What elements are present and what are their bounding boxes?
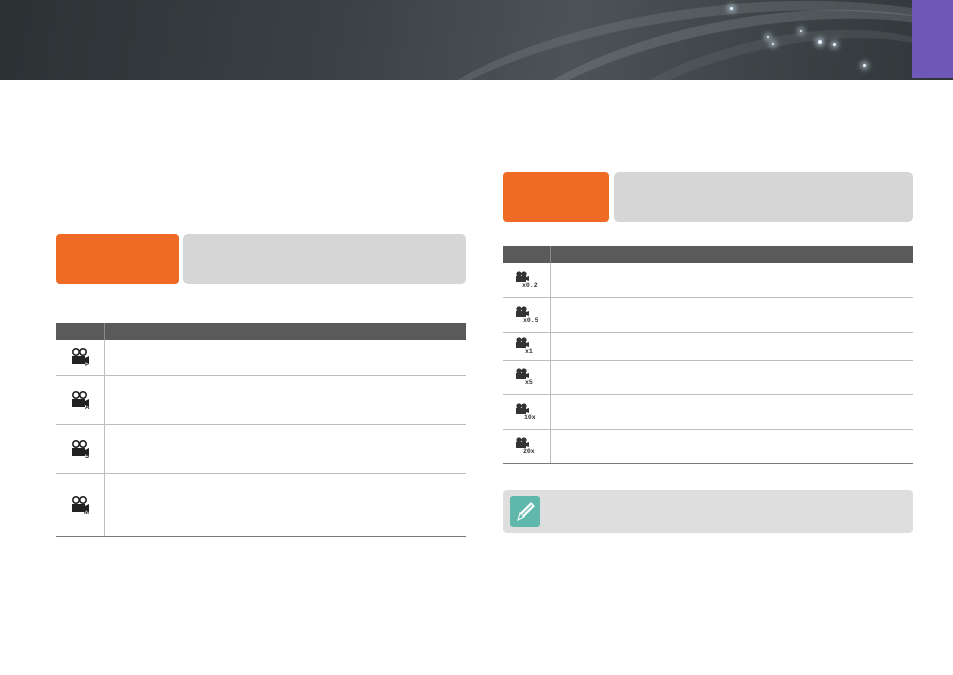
row-desc <box>104 473 466 537</box>
option-label-left <box>56 234 179 284</box>
table-row: A <box>56 375 466 425</box>
option-label-right <box>503 172 609 222</box>
row-desc <box>104 375 466 425</box>
table-row: S <box>56 424 466 474</box>
header-banner <box>0 0 953 80</box>
sparkle <box>767 36 769 38</box>
row-desc <box>550 263 913 298</box>
pencil-note-icon <box>510 496 540 527</box>
table-row: x1 <box>503 332 913 361</box>
svg-text:x0.5: x0.5 <box>523 317 538 324</box>
header-icon-col <box>503 246 550 263</box>
header-icon-col <box>56 323 104 340</box>
table-row: M <box>56 473 466 537</box>
movie-speed-x10-icon: 10x <box>516 402 536 421</box>
sparkle <box>833 43 836 46</box>
svg-text:x5: x5 <box>525 379 533 386</box>
movie-speed-table: x0.25 x0.5 x1 x5 10x 20x <box>503 246 913 464</box>
svg-text:S: S <box>85 454 89 459</box>
movie-aperture-priority-icon: A <box>71 390 90 410</box>
row-desc <box>550 360 913 395</box>
svg-text:M: M <box>84 510 89 515</box>
table-row: P <box>56 340 466 376</box>
movie-speed-x5-icon: x5 <box>516 368 533 386</box>
option-description-left <box>183 234 466 284</box>
row-desc <box>550 332 913 361</box>
row-desc <box>104 340 466 376</box>
movie-speed-x1-icon: x1 <box>516 337 533 355</box>
header-desc-col <box>549 246 913 263</box>
row-desc <box>550 429 913 464</box>
svg-text:x1: x1 <box>525 348 533 355</box>
table-row: x5 <box>503 360 913 395</box>
sparkle <box>772 43 774 45</box>
movie-speed-x20-icon: 20x <box>516 437 535 455</box>
table-row: 20x <box>503 429 913 464</box>
svg-text:P: P <box>85 362 89 367</box>
movie-shutter-priority-icon: S <box>71 439 89 459</box>
table-row: x0.5 <box>503 297 913 333</box>
svg-text:10x: 10x <box>524 414 536 421</box>
sparkle <box>800 30 802 32</box>
svg-text:x0.25: x0.25 <box>522 282 538 289</box>
header-desc-col <box>103 323 466 340</box>
table-header <box>56 323 466 340</box>
sparkle <box>730 7 733 10</box>
table-header <box>503 246 913 263</box>
option-description-right <box>614 172 913 222</box>
sparkle <box>818 40 822 44</box>
movie-speed-x025-icon: x0.25 <box>516 271 538 289</box>
movie-program-icon: P <box>71 348 89 367</box>
sparkle <box>863 64 866 67</box>
chapter-tab[interactable] <box>912 0 953 78</box>
movie-manual-icon: M <box>71 495 89 515</box>
svg-text:A: A <box>85 405 90 410</box>
svg-text:20x: 20x <box>523 448 535 455</box>
row-desc <box>104 424 466 474</box>
movie-mode-table: P A S M <box>56 323 466 537</box>
row-desc <box>550 297 913 333</box>
note-box <box>503 490 913 533</box>
row-desc <box>550 394 913 430</box>
table-row: 10x <box>503 394 913 430</box>
table-row: x0.25 <box>503 263 913 298</box>
movie-speed-x05-icon: x0.5 <box>516 305 538 324</box>
